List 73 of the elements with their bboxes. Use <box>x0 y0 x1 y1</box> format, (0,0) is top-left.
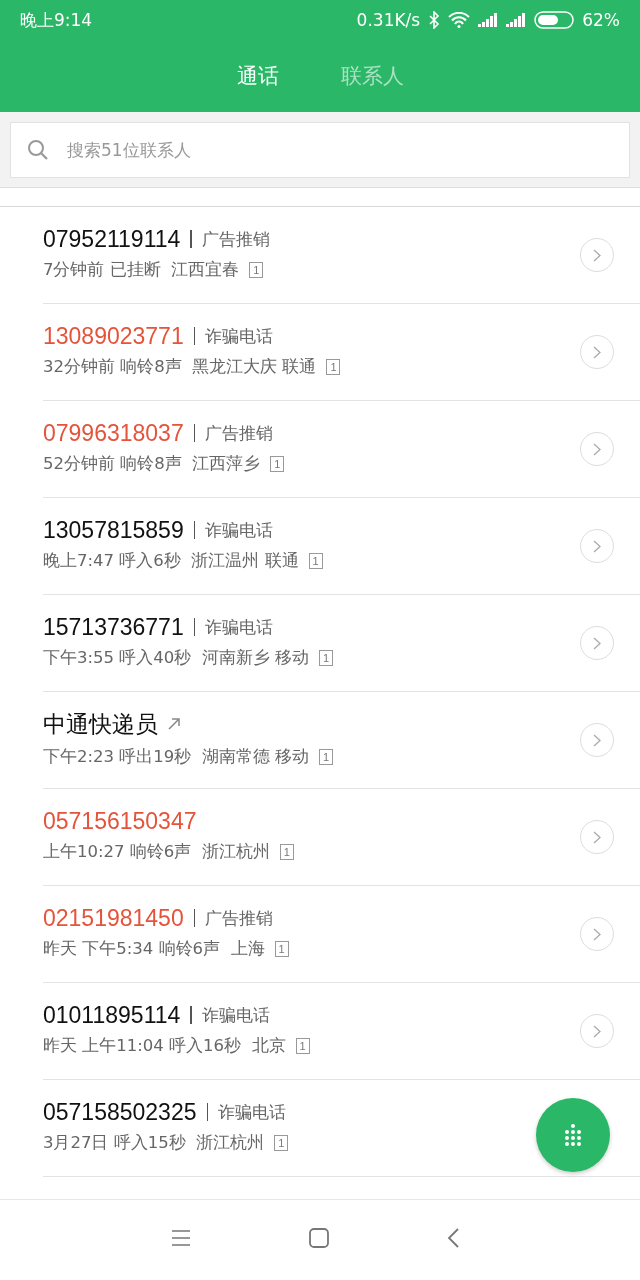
chevron-icon <box>593 442 601 456</box>
chevron-icon <box>593 733 601 747</box>
call-details: 上午10:27 响铃6声 浙江杭州 <box>43 840 270 863</box>
call-details: 7分钟前 已挂断 江西宜春 <box>43 258 240 281</box>
caller-tag: 诈骗电话 <box>201 1003 270 1027</box>
call-details: 下午3:55 呼入40秒 河南新乡 移动 <box>43 646 310 669</box>
details-button[interactable] <box>580 1014 614 1048</box>
caller-tag: 广告推销 <box>205 421 274 445</box>
chevron-icon <box>593 539 601 553</box>
sim-badge: 1 <box>274 1134 289 1151</box>
call-details: 32分钟前 响铃8声 黑龙江大庆 联通 <box>43 355 317 378</box>
caller-tag: 广告推销 <box>201 227 270 251</box>
sim-badge: 1 <box>308 552 323 569</box>
caller-number: 13089023771 <box>43 322 184 350</box>
chevron-icon <box>593 830 601 844</box>
details-button[interactable] <box>580 335 614 369</box>
dialpad-icon <box>564 1124 582 1146</box>
caller-number: 15713736771 <box>43 613 184 641</box>
call-details: 昨天 上午11:04 呼入16秒 北京 <box>43 1034 286 1057</box>
details-button[interactable] <box>580 917 614 951</box>
wifi-icon <box>448 12 471 28</box>
chevron-icon <box>593 927 601 941</box>
details-button[interactable] <box>580 723 614 757</box>
sim-badge: 1 <box>249 261 264 278</box>
caller-number: 02151981450 <box>43 904 184 932</box>
caller-number: 01011895114 <box>43 1001 181 1029</box>
call-details: 昨天 下午5:34 响铃6声 上海 <box>43 937 265 960</box>
sim-badge: 1 <box>319 649 334 666</box>
caller-number: 07952119114 <box>43 225 181 253</box>
details-button[interactable] <box>580 820 614 854</box>
dialpad-button[interactable] <box>536 1098 610 1172</box>
caller-tag: 诈骗电话 <box>205 324 274 348</box>
sim-badge: 1 <box>270 455 285 472</box>
caller-number: 057156150347 <box>43 807 197 835</box>
sim-badge: 1 <box>274 940 289 957</box>
bluetooth-icon <box>428 11 441 29</box>
battery-percent: 62% <box>582 10 620 30</box>
call-details: 52分钟前 响铃8声 江西萍乡 <box>43 452 261 475</box>
square-icon <box>309 1228 329 1248</box>
caller-tag: 诈骗电话 <box>205 615 274 639</box>
caller-tag: 诈骗电话 <box>218 1100 286 1124</box>
details-button[interactable] <box>580 432 614 466</box>
chevron-icon <box>593 1024 601 1038</box>
call-details: 3月27日 呼入15秒 浙江杭州 <box>43 1131 265 1154</box>
details-button[interactable] <box>580 529 614 563</box>
signal-icon <box>506 13 527 27</box>
network-speed: 0.31K/s <box>356 10 421 30</box>
chevron-icon <box>593 248 601 262</box>
back-icon <box>447 1228 459 1248</box>
battery-icon <box>534 11 575 29</box>
caller-tag: 诈骗电话 <box>205 518 274 542</box>
chevron-icon <box>593 636 601 650</box>
search-icon <box>27 139 49 161</box>
sim-badge: 1 <box>326 358 341 375</box>
call-details: 下午2:23 呼出19秒 湖南常德 移动 <box>43 745 310 768</box>
caller-number: 057158502325 <box>43 1098 197 1126</box>
menu-icon <box>171 1230 191 1246</box>
tab[interactable]: 通话 <box>234 58 281 94</box>
sim-badge: 1 <box>319 748 334 765</box>
status-time: 晚上9:14 <box>20 8 93 32</box>
caller-tag: 广告推销 <box>205 906 274 930</box>
call-details: 晚上7:47 呼入6秒 浙江温州 联通 <box>43 549 299 572</box>
caller-number: 07996318037 <box>43 419 184 447</box>
caller-number: 13057815859 <box>43 516 184 544</box>
sim-badge: 1 <box>295 1037 310 1054</box>
sim-badge: 1 <box>279 843 294 860</box>
caller-number: 中通快递员 <box>43 709 158 739</box>
signal-icon <box>478 13 499 27</box>
search-field[interactable]: 搜索51位联系人 <box>10 122 630 178</box>
details-button[interactable] <box>580 238 614 272</box>
details-button[interactable] <box>580 626 614 660</box>
chevron-icon <box>593 345 601 359</box>
tab[interactable]: 联系人 <box>338 58 406 94</box>
